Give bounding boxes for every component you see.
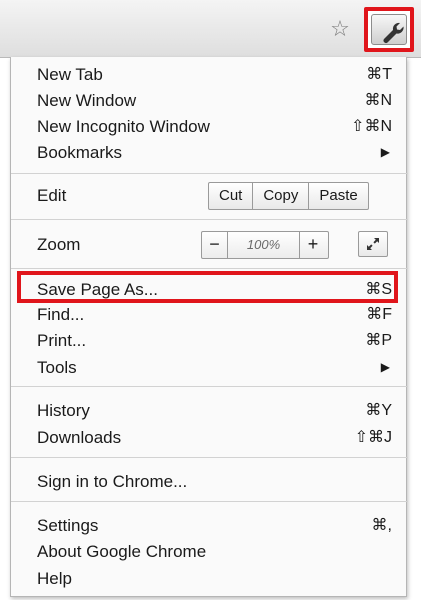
menu-item-shortcut: ⌘N [364,92,392,109]
edit-button-group: Cut Copy Paste [208,182,369,210]
menu-separator [11,268,408,269]
menu-item-sign-in[interactable]: Sign in to Chrome... [37,468,392,495]
wrench-button-face [371,14,407,45]
browser-toolbar: ☆ [0,0,421,58]
menu-separator [11,457,408,458]
menu-item-new-window[interactable]: New Window ⌘N [37,87,392,114]
zoom-in-button[interactable]: + [300,232,326,258]
menu-item-label: Settings [37,516,99,535]
menu-item-shortcut: ⇧⌘J [354,429,392,446]
menu-item-shortcut: ⇧⌘N [351,118,392,135]
bookmark-star-icon[interactable]: ☆ [328,17,352,41]
fullscreen-icon [367,238,379,250]
menu-item-about-chrome[interactable]: About Google Chrome [37,538,392,565]
zoom-out-button[interactable]: − [202,232,228,258]
menu-item-label: Help [37,569,72,588]
menu-item-label: New Incognito Window [37,117,210,136]
print-highlight-box [17,271,398,303]
menu-item-label: Bookmarks [37,143,123,162]
wrench-icon [383,22,404,43]
menu-item-find[interactable]: Find... ⌘F [37,301,392,328]
menu-item-label: Edit [37,186,67,205]
menu-item-label: Print... [37,331,87,350]
submenu-arrow-icon: ▶ [380,145,390,159]
menu-item-settings[interactable]: Settings ⌘, [37,512,392,539]
menu-item-new-incognito-window[interactable]: New Incognito Window ⇧⌘N [37,113,392,140]
menu-separator [11,219,408,220]
zoom-level: 100% [228,232,300,258]
wrench-menu-button[interactable] [364,7,414,52]
menu-item-shortcut: ⌘, [371,517,392,534]
menu-item-help[interactable]: Help [37,565,392,592]
menu-item-shortcut: ⌘T [366,66,392,83]
menu-item-label: New Tab [37,65,103,84]
menu-item-label: Sign in to Chrome... [37,472,188,491]
menu-item-label: History [37,401,90,420]
menu-item-shortcut: ⌘P [365,332,392,349]
menu-item-tools[interactable]: Tools ▶ [37,354,392,381]
chrome-menu: New Tab ⌘T New Window ⌘N New Incognito W… [10,57,408,597]
menu-item-label: Tools [37,358,77,377]
menu-separator [11,501,408,502]
menu-item-label: Find... [37,305,85,324]
menu-item-label: Zoom [37,235,81,254]
menu-item-label: Downloads [37,428,122,447]
menu-item-print[interactable]: Print... ⌘P [37,327,392,354]
menu-item-label: New Window [37,91,137,110]
menu-separator [11,173,408,174]
menu-item-label: About Google Chrome [37,542,207,561]
menu-item-shortcut: ⌘F [366,306,392,323]
menu-item-bookmarks[interactable]: Bookmarks ▶ [37,139,392,166]
fullscreen-button[interactable] [358,231,388,257]
menu-item-new-tab[interactable]: New Tab ⌘T [37,61,392,88]
menu-item-downloads[interactable]: Downloads ⇧⌘J [37,424,392,451]
paste-button[interactable]: Paste [309,183,367,209]
cut-button[interactable]: Cut [209,183,254,209]
copy-button[interactable]: Copy [253,183,310,209]
menu-item-shortcut: ⌘Y [365,402,392,419]
zoom-control: − 100% + [201,231,329,259]
submenu-arrow-icon: ▶ [380,360,390,374]
menu-separator [11,386,408,387]
menu-item-history[interactable]: History ⌘Y [37,397,392,424]
